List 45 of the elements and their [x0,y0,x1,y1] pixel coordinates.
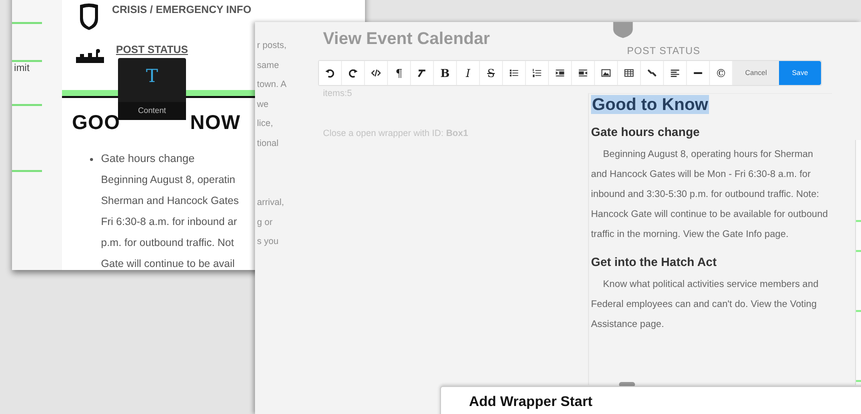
sidebar-text: imit [14,63,30,74]
bullet-list-icon [509,68,519,78]
eraser-icon [417,68,427,78]
code-icon [371,68,381,78]
building-icon [76,49,104,63]
faded-text: s you [257,235,280,248]
faded-text: r posts, [257,39,287,52]
faded-text: town. A [257,78,287,92]
nav-link[interactable]: CRISIS / EMERGENCY INFO [112,4,252,16]
text-tool-icon: T [146,66,158,102]
tooltip-label: Content [118,102,186,120]
dialog-title: Add Wrapper Start [468,392,594,409]
undo-button[interactable] [319,61,342,85]
table-icon [624,68,634,78]
faded-text: we [257,98,270,111]
indent-icon [555,68,565,78]
preview-heading: Good to Know [591,95,710,114]
undo-icon [325,68,335,78]
paragraph-line: Fri 6:30-8 a.m. for inbound ar [101,216,237,228]
window-title: View Event Calendar [323,29,490,49]
faded-text: same [257,58,280,72]
faded-text: tional [257,136,280,150]
align-icon [670,68,680,78]
section-heading: GOO [72,112,120,135]
faded-text: arrival, [257,196,284,209]
paragraph-line: Gate will continue to be avail [101,258,235,270]
paragraph-line: p.m. for outbound traffic. Not [101,237,234,249]
paragraph-line: Beginning August 8, operatin [101,174,236,186]
numbered-list-icon [532,68,542,78]
shield-icon [611,22,635,38]
faded-text: g or [257,216,274,229]
section-title: Gate hours change [591,125,701,139]
image-icon [601,68,611,78]
outdent-icon [578,68,588,78]
section-paragraph: Know what political activities service members and Federal employees can and can't do. View the Voting Assistance page. [591,278,820,332]
list-item: Gate hours change [101,153,195,165]
section-title: Get into the Hatch Act [591,255,718,269]
section-heading: NOW [190,112,241,135]
section-paragraph: Beginning August 8, operating hours for Sherman and Hancock Gates will be Mon - Fri 6:30-8 a.m. for inbound and 3:30-5:30 p.m. for outbound traffic. Note: Hancock Gate will continue to be available for outbound traffic in the morning. View the Gate Info page. [591,148,829,242]
bullet-icon [90,158,93,160]
nav-link[interactable]: POST STATUS [116,44,188,56]
paragraph-line: Sherman and Hancock Gates [101,195,239,207]
faded-text: lice, [257,117,274,130]
shield-icon [78,3,100,31]
redo-icon [348,68,358,78]
